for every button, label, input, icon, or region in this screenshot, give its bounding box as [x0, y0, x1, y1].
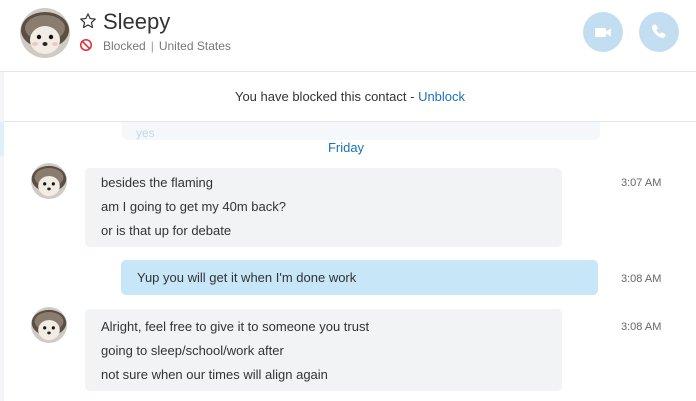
message-line: Yup you will get it when I'm done work [137, 270, 357, 285]
contact-status-line: Blocked | United States [103, 39, 231, 53]
previous-message-text: yes [136, 126, 155, 140]
message-timestamp: 3:07 AM [621, 177, 662, 189]
status-separator: | [150, 39, 154, 53]
blocked-status-text: Blocked [103, 39, 146, 53]
message-bubble-outgoing[interactable]: Yup you will get it when I'm done work [121, 260, 598, 295]
message-line: or is that up for debate [101, 223, 232, 238]
blocked-icon [79, 38, 93, 52]
message-line: going to sleep/school/work after [101, 343, 284, 358]
audio-call-button[interactable] [639, 12, 679, 52]
message-line: not sure when our times will align again [101, 367, 328, 382]
message-bubble-incoming[interactable]: Alright, feel free to give it to someone… [85, 309, 562, 391]
message-line: Alright, feel free to give it to someone… [101, 319, 370, 334]
blocked-notice-text: You have blocked this contact - [234, 89, 419, 104]
sender-avatar[interactable] [31, 163, 67, 199]
video-call-button[interactable] [583, 12, 623, 52]
phone-icon [651, 24, 666, 39]
message-timestamp: 3:08 AM [621, 273, 662, 285]
message-bubble-incoming[interactable]: besides the flaming am I going to get my… [85, 168, 562, 247]
video-camera-icon [595, 28, 611, 37]
favorite-star-icon[interactable] [79, 12, 97, 30]
left-edge-accent [0, 122, 4, 156]
hedgehog-avatar-image [31, 307, 67, 343]
sender-avatar[interactable] [31, 307, 67, 343]
contact-name: Sleepy [103, 9, 171, 34]
blocked-notice: You have blocked this contact - Unblock [4, 72, 696, 122]
message-line: besides the flaming [101, 175, 214, 190]
location-text: United States [158, 39, 231, 53]
message-line: am I going to get my 40m back? [101, 199, 286, 214]
hedgehog-avatar-image [31, 163, 67, 199]
contact-avatar[interactable] [20, 8, 70, 58]
previous-message-bubble: yes [122, 122, 600, 140]
day-separator: Friday [327, 140, 365, 155]
message-timestamp: 3:08 AM [621, 321, 662, 333]
unblock-link[interactable]: Unblock [418, 89, 465, 104]
conversation-header: Sleepy Blocked | United States [0, 0, 696, 72]
hedgehog-avatar-image [20, 8, 70, 58]
